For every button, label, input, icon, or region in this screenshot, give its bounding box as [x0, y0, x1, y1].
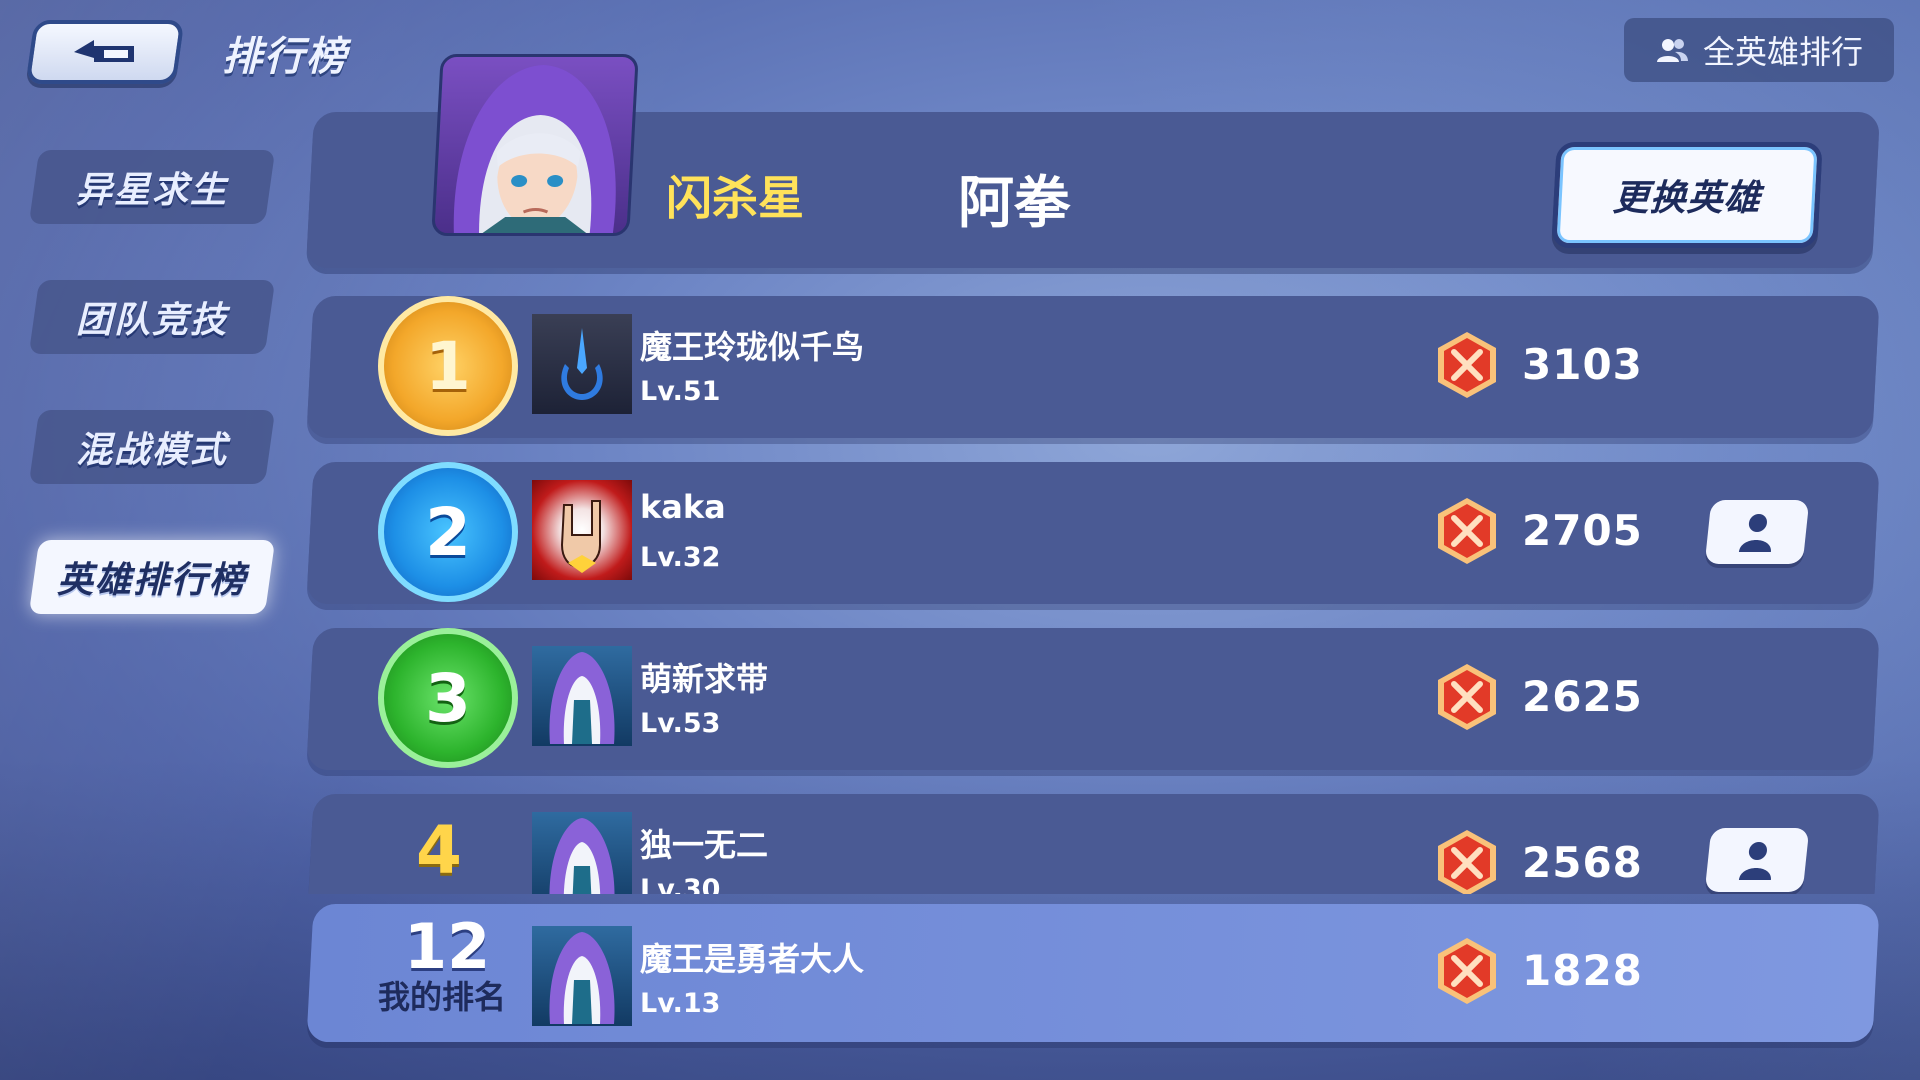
hero-title: 闪杀星: [666, 171, 804, 225]
back-button[interactable]: [25, 20, 185, 84]
player-level: Lv.53: [640, 708, 721, 739]
player-score: 2705: [1522, 506, 1643, 555]
sidebar-item-team-battle[interactable]: 团队竞技: [28, 280, 276, 354]
sidebar-item-label: 团队竞技: [75, 300, 228, 341]
change-hero-label: 更换英雄: [1611, 178, 1762, 219]
sidebar-item-melee-mode[interactable]: 混战模式: [28, 410, 276, 484]
sidebar-item-hero-ranking[interactable]: 英雄排行榜: [28, 540, 276, 614]
player-avatar[interactable]: [532, 314, 632, 414]
player-level: Lv.32: [640, 542, 721, 573]
my-score: 1828: [1522, 946, 1643, 995]
hooded-hero-icon: [453, 65, 616, 236]
sidebar-item-label: 异星求生: [75, 170, 228, 211]
users-icon: [1656, 39, 1688, 62]
hooded-figure-icon: [549, 932, 615, 1024]
player-avatar[interactable]: [532, 646, 632, 746]
gold-medal-icon: 1: [378, 296, 518, 436]
my-avatar[interactable]: [532, 926, 632, 1026]
score-emblem-icon: [1438, 664, 1496, 730]
all-hero-ranking-label: 全英雄排行: [1702, 33, 1863, 71]
sidebar-item-survival[interactable]: 异星求生: [28, 150, 276, 224]
hero-portrait: [431, 54, 639, 236]
change-hero-button[interactable]: 更换英雄: [1551, 142, 1823, 248]
score-emblem-icon: [1438, 938, 1496, 1004]
score-emblem-icon: [1438, 498, 1496, 564]
person-icon: [1738, 514, 1771, 552]
player-avatar[interactable]: [532, 480, 632, 580]
player-avatar[interactable]: [532, 812, 632, 894]
rank-number: 3: [425, 659, 471, 737]
player-name: kaka: [640, 488, 726, 526]
hero-name: 阿拳: [958, 171, 1070, 236]
tech-logo-icon: [561, 328, 603, 400]
score-emblem-icon: [1438, 332, 1496, 398]
my-rank-label: 我的排名: [378, 978, 507, 1016]
player-name: 独一无二: [640, 826, 769, 864]
person-icon: [1738, 842, 1771, 880]
my-name: 魔王是勇者大人: [640, 940, 865, 978]
view-profile-button[interactable]: [1704, 500, 1810, 564]
hooded-figure-icon: [549, 652, 615, 744]
rank-number: 4: [416, 812, 462, 889]
player-level: Lv.51: [640, 376, 721, 407]
player-score: 3103: [1522, 340, 1643, 389]
sidebar-item-label: 英雄排行榜: [56, 560, 247, 601]
rank-number: 2: [425, 493, 471, 571]
view-profile-button[interactable]: [1704, 828, 1810, 892]
player-level: Lv.30: [640, 874, 721, 894]
page-title: 排行榜: [222, 34, 348, 80]
score-emblem-icon: [1438, 830, 1496, 894]
sidebar-item-label: 混战模式: [75, 430, 228, 471]
all-hero-ranking-button[interactable]: 全英雄排行: [1624, 18, 1894, 82]
hooded-figure-icon: [549, 818, 615, 894]
rank-number: 1: [425, 327, 471, 405]
ranking-row-4-clip: 4 独一无二 Lv.30 2568: [300, 790, 1900, 894]
player-name: 魔王玲珑似千鸟: [640, 328, 865, 366]
player-name: 萌新求带: [640, 660, 769, 698]
player-score: 2625: [1522, 672, 1643, 721]
bronze-medal-icon: 3: [378, 628, 518, 768]
my-level: Lv.13: [640, 988, 721, 1019]
back-arrow-icon: [74, 40, 134, 62]
silver-medal-icon: 2: [378, 462, 518, 602]
player-score: 2568: [1522, 838, 1643, 887]
hand-gesture-icon: [560, 500, 601, 573]
